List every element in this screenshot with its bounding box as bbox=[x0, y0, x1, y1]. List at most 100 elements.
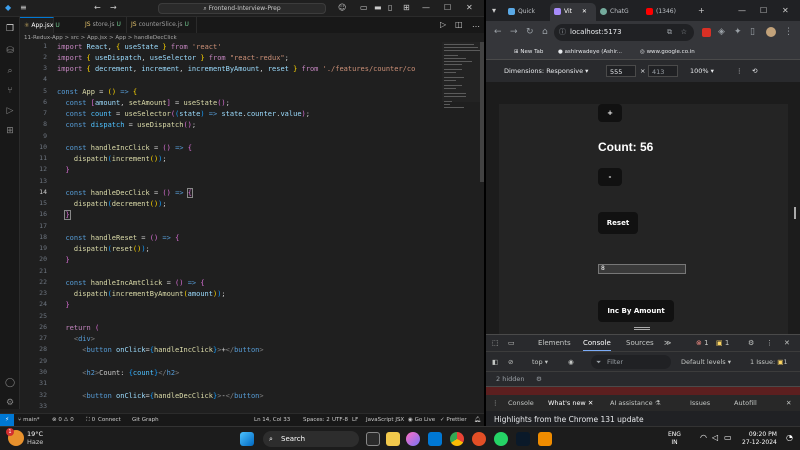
width-input[interactable]: 555 bbox=[606, 65, 636, 77]
new-tab-icon[interactable]: + bbox=[698, 6, 705, 16]
decrement-button[interactable]: - bbox=[598, 168, 622, 186]
maximize-icon[interactable]: ☐ bbox=[444, 3, 451, 13]
minimap[interactable] bbox=[442, 42, 480, 108]
increment-by-amount-button[interactable]: Inc By Amount bbox=[598, 300, 674, 322]
drawer-tab-console[interactable]: Console bbox=[508, 395, 534, 411]
tab-counterslice-js[interactable]: JS counterSlice.js U bbox=[127, 17, 197, 33]
postman-icon[interactable] bbox=[472, 432, 486, 446]
bookmark-star-icon[interactable]: ☆ bbox=[681, 24, 687, 41]
taskbar-search[interactable]: ⌕ Search bbox=[263, 431, 359, 447]
close-icon[interactable]: ✕ bbox=[466, 3, 473, 13]
tab-app-jsx[interactable]: ⚛ App.jsx U bbox=[20, 17, 60, 33]
back-arrow-icon[interactable]: ← bbox=[94, 3, 101, 13]
weather-widget[interactable]: 19°C Haze bbox=[27, 430, 43, 446]
prettier-button[interactable]: ✓ Prettier bbox=[440, 414, 467, 426]
ports-indicator[interactable]: ⛶ 0 bbox=[86, 414, 95, 426]
drawer-tab-issues[interactable]: Issues bbox=[690, 395, 710, 411]
copilot-icon[interactable] bbox=[406, 432, 420, 446]
whatsapp-icon[interactable] bbox=[494, 432, 508, 446]
extensions-puzzle-icon[interactable]: ✦ bbox=[734, 26, 742, 38]
more-options-icon[interactable]: ⋮ bbox=[766, 335, 773, 352]
reload-icon[interactable]: ↻ bbox=[526, 26, 534, 38]
tab-elements[interactable]: Elements bbox=[538, 335, 571, 352]
sidepanel-icon[interactable]: ▯ bbox=[750, 26, 755, 38]
copilot-icon[interactable]: ☺ bbox=[338, 3, 346, 13]
install-icon[interactable]: ⧉ bbox=[667, 24, 672, 41]
breadcrumb-item[interactable]: App.jsx bbox=[87, 35, 107, 41]
notification-bell-icon[interactable]: ◔ bbox=[786, 433, 793, 442]
remote-indicator[interactable]: ⚡ bbox=[0, 414, 14, 426]
start-button[interactable] bbox=[240, 432, 254, 446]
explorer-icon[interactable]: ❐ bbox=[4, 23, 16, 35]
clock[interactable]: 09:20 PM 27-12-2024 bbox=[742, 431, 777, 447]
branch-indicator[interactable]: ⑂ main* bbox=[18, 414, 40, 426]
avatar[interactable] bbox=[766, 27, 776, 37]
forward-arrow-icon[interactable]: → bbox=[510, 26, 518, 38]
close-drawer-icon[interactable]: ✕ bbox=[786, 395, 791, 411]
drawer-more-icon[interactable]: ⋮ bbox=[492, 395, 499, 411]
more-tabs-icon[interactable]: ≫ bbox=[664, 335, 671, 352]
git-graph-button[interactable]: Git Graph bbox=[132, 414, 159, 426]
bookmark-github[interactable]: ● ashirwadeye (Ashir... bbox=[558, 44, 622, 60]
forward-arrow-icon[interactable]: → bbox=[110, 3, 117, 13]
file-explorer-icon[interactable] bbox=[386, 432, 400, 446]
height-input[interactable]: 413 bbox=[648, 65, 678, 77]
increment-button[interactable]: + bbox=[598, 104, 622, 122]
indentation[interactable]: Spaces: 2 bbox=[303, 414, 330, 426]
browser-tab[interactable]: Quick bbox=[504, 3, 548, 21]
zoom-dropdown[interactable]: 100% ▾ bbox=[690, 60, 714, 82]
warning-badge[interactable]: ▣ 1 bbox=[716, 335, 729, 352]
sidebar-toggle-icon[interactable]: ◧ bbox=[492, 352, 498, 372]
drawer-tab-whats-new[interactable]: What's new ✕ bbox=[548, 395, 593, 411]
dimensions-dropdown[interactable]: Dimensions: Responsive ▾ bbox=[504, 60, 588, 82]
home-icon[interactable]: ⌂ bbox=[542, 26, 548, 38]
weather-icon[interactable]: 1 bbox=[6, 428, 24, 446]
problems-indicator[interactable]: ⊗ 0 ⚠ 0 bbox=[52, 414, 74, 426]
chrome-taskbar-icon[interactable] bbox=[450, 432, 464, 446]
eye-icon[interactable]: ◉ bbox=[568, 352, 574, 372]
layout-icon[interactable]: ▭ bbox=[360, 3, 368, 13]
language-indicator[interactable]: ENG IN bbox=[668, 431, 681, 447]
settings-gear-icon[interactable]: ⚙ bbox=[536, 372, 542, 387]
command-center-search[interactable]: ⌕ Frontend-Interview-Prep bbox=[158, 3, 326, 14]
maximize-icon[interactable]: ☐ bbox=[760, 6, 767, 16]
breadcrumb-item[interactable]: 11-Redux-App bbox=[24, 35, 63, 41]
context-dropdown[interactable]: top ▾ bbox=[532, 352, 548, 372]
tab-console[interactable]: Console bbox=[583, 335, 611, 352]
panel-resize-handle[interactable] bbox=[634, 327, 650, 330]
bookmark-new-tab[interactable]: ⊞ New Tab bbox=[514, 44, 543, 60]
volume-icon[interactable]: ◁ bbox=[712, 433, 718, 442]
settings-gear-icon[interactable]: ⚙ bbox=[748, 335, 754, 352]
run-debug-icon[interactable]: ▷ bbox=[4, 105, 16, 117]
connect-button[interactable]: Connect bbox=[98, 414, 121, 426]
run-file-icon[interactable]: ▷ bbox=[440, 20, 446, 30]
tab-close-icon[interactable]: ✕ bbox=[582, 8, 587, 15]
wifi-icon[interactable]: ◠ bbox=[700, 433, 707, 442]
extensions-icon[interactable]: ⊞ bbox=[4, 125, 16, 137]
issues-button[interactable]: 1 Issue: ▣1 bbox=[750, 352, 788, 372]
minimize-icon[interactable]: — bbox=[738, 6, 746, 16]
reset-button[interactable]: Reset bbox=[598, 212, 638, 234]
settings-gear-icon[interactable]: ⚙ bbox=[4, 397, 16, 409]
task-view-icon[interactable] bbox=[366, 432, 380, 446]
device-toggle-icon[interactable]: ▭ bbox=[508, 335, 515, 352]
split-editor-icon[interactable]: ◫ bbox=[455, 20, 463, 30]
menu-icon[interactable]: ≡ bbox=[20, 3, 27, 13]
language-mode[interactable]: JavaScript JSX bbox=[366, 414, 404, 426]
levels-dropdown[interactable]: Default levels ▾ bbox=[681, 352, 731, 372]
minimize-icon[interactable]: — bbox=[422, 3, 430, 13]
breadcrumb-item[interactable]: src bbox=[71, 35, 79, 41]
browser-tab[interactable]: (1346) bbox=[642, 3, 692, 21]
menu-kebab-icon[interactable]: ⋮ bbox=[784, 26, 793, 38]
database-icon[interactable]: ⛁ bbox=[4, 45, 16, 57]
drawer-tab-ai-assistance[interactable]: AI assistance ⚗ bbox=[610, 395, 661, 411]
viewport-resize-handle[interactable] bbox=[794, 207, 796, 219]
panel-icon[interactable]: ▬ bbox=[374, 3, 382, 13]
extension-icon[interactable]: ◈ bbox=[718, 26, 725, 38]
error-badge[interactable]: ⊗ 1 bbox=[696, 335, 709, 352]
browser-tab-active[interactable]: Vit ✕ bbox=[550, 3, 596, 21]
browser-tab[interactable]: ChatG bbox=[596, 3, 640, 21]
amount-input[interactable]: 8 bbox=[598, 264, 686, 274]
filter-input[interactable]: ⏷ Filter bbox=[591, 355, 671, 369]
search-icon[interactable]: ⌕ bbox=[4, 65, 16, 77]
